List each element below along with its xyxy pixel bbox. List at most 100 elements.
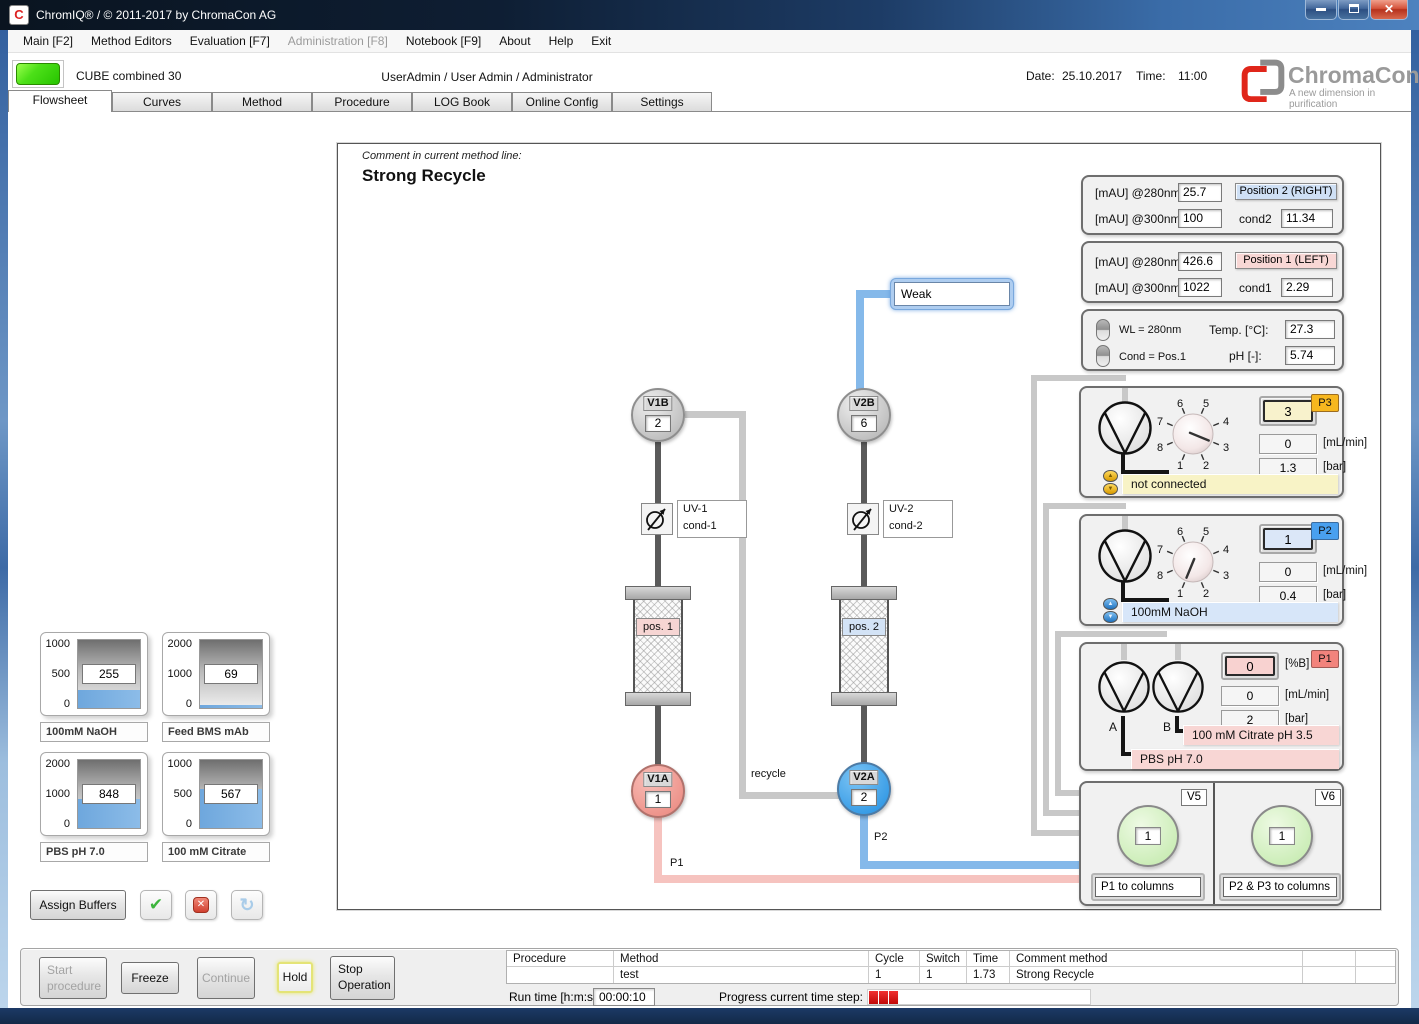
gauge-body: 567 <box>199 759 263 829</box>
method-comment: Strong Recycle <box>362 166 486 186</box>
gauge-ticks: 10005000 <box>165 758 195 830</box>
ph-label: pH [-]: <box>1229 349 1262 363</box>
stop-operation-button[interactable]: Stop Operation <box>330 956 395 1000</box>
pipe-weak-v <box>856 290 864 393</box>
refresh-button[interactable]: ↻ <box>231 890 263 920</box>
menu-notebook[interactable]: Notebook [F9] <box>397 31 490 51</box>
menu-bar: Main [F2] Method Editors Evaluation [F7]… <box>8 30 1411 53</box>
tab-settings[interactable]: Settings <box>612 92 712 112</box>
pos2-uv300-value: 100 <box>1178 209 1222 228</box>
p1-gradient-value: 0 <box>1225 656 1275 676</box>
pos2-title[interactable]: Position 2 (RIGHT) <box>1235 183 1337 200</box>
p2-buffer-spinner[interactable]: ▲ ▼ <box>1103 598 1118 624</box>
recycle-label: recycle <box>749 768 788 780</box>
menu-evaluation[interactable]: Evaluation [F7] <box>181 31 279 51</box>
p1-flow-unit: [mL/min] <box>1285 689 1329 701</box>
p1-gradient-display[interactable]: 0 <box>1221 652 1279 680</box>
gauge-value: 69 <box>204 664 258 684</box>
outlet-valves-panel: V5 1 P1 to columns V6 1 P2 & P3 to colum… <box>1079 781 1344 906</box>
menu-about[interactable]: About <box>490 31 539 51</box>
tab-method[interactable]: Method <box>212 92 312 112</box>
p2-selector-knob[interactable]: 12 34 56 78 <box>1136 516 1251 608</box>
close-button[interactable]: ✕ <box>1370 0 1408 20</box>
wl-toggle-icon[interactable] <box>1096 319 1110 341</box>
menu-exit[interactable]: Exit <box>582 31 620 51</box>
progress-segment <box>869 991 878 1004</box>
valve-v1a[interactable]: V1A 1 <box>631 764 685 818</box>
pipe-p2-trunk <box>1043 503 1049 816</box>
gauge-ticks: 10005000 <box>43 638 73 710</box>
valve-v2b[interactable]: V2B 6 <box>837 388 891 442</box>
uv2-line1: UV-2 <box>889 501 952 518</box>
svg-text:5: 5 <box>1203 398 1209 410</box>
tab-procedure[interactable]: Procedure <box>312 92 412 112</box>
menu-main[interactable]: Main [F2] <box>14 31 82 51</box>
valve-v5[interactable]: 1 <box>1117 805 1179 867</box>
gauge-body: 69 <box>199 639 263 709</box>
v5-route-field[interactable]: P1 to columns <box>1091 873 1205 901</box>
assign-buffers-button[interactable]: Assign Buffers <box>30 890 126 920</box>
svg-text:3: 3 <box>1223 442 1229 454</box>
menu-administration[interactable]: Administration [F8] <box>279 31 397 51</box>
p3-position-display[interactable]: 3 <box>1259 396 1317 426</box>
gauge-body: 848 <box>77 759 141 829</box>
start-procedure-button[interactable]: Start procedure <box>39 957 107 999</box>
valve-v1b[interactable]: V1B 2 <box>631 388 685 442</box>
pipe-p3-top <box>1031 375 1126 381</box>
p3-buffer-spinner[interactable]: ▲ ▼ <box>1103 470 1118 496</box>
user-info: UserAdmin / User Admin / Administrator <box>337 70 637 84</box>
continue-button[interactable]: Continue <box>197 957 255 999</box>
p3-selector-knob[interactable]: 12 34 56 78 <box>1136 388 1251 480</box>
uv1-line2: cond-1 <box>683 518 746 535</box>
p3-buffer-field[interactable]: not connected <box>1122 474 1338 494</box>
row-switch: 1 <box>920 967 967 983</box>
gauge-body: 255 <box>77 639 141 709</box>
v6-route-label: P2 & P3 to columns <box>1223 877 1337 897</box>
column2-cap-top <box>831 586 897 600</box>
app-icon: C <box>9 5 29 25</box>
row-extra1 <box>1303 967 1356 983</box>
p1b-inlet-pipe <box>1175 644 1181 660</box>
p2-position-display[interactable]: 1 <box>1259 524 1317 554</box>
valve-v6[interactable]: 1 <box>1251 805 1313 867</box>
menu-method-editors[interactable]: Method Editors <box>82 31 181 51</box>
gauge-pbs-label: PBS pH 7.0 <box>40 842 148 862</box>
valve-v1b-position: 2 <box>645 415 671 432</box>
outlet-weak-field[interactable]: Weak <box>890 278 1014 310</box>
pump-b-icon <box>1151 660 1205 714</box>
tab-flowsheet[interactable]: Flowsheet <box>8 90 112 112</box>
pos2-cond-label: cond2 <box>1239 212 1272 226</box>
p2-buffer-field[interactable]: 100mM NaOH <box>1122 602 1338 622</box>
close-icon: ✕ <box>1384 2 1394 16</box>
row-extra2 <box>1356 967 1395 983</box>
tab-curves[interactable]: Curves <box>112 92 212 112</box>
confirm-button[interactable]: ✔ <box>140 890 172 920</box>
p1-buffer-b-field[interactable]: 100 mM Citrate pH 3.5 <box>1183 725 1339 745</box>
col-comment: Comment method <box>1010 951 1303 967</box>
tab-online-config[interactable]: Online Config <box>512 92 612 112</box>
p1-pipe-label: P1 <box>668 857 685 869</box>
minimize-button[interactable] <box>1305 0 1337 20</box>
pos1-title[interactable]: Position 1 (LEFT) <box>1235 252 1337 269</box>
tab-log-book[interactable]: LOG Book <box>412 92 512 112</box>
cond-toggle-icon[interactable] <box>1096 345 1110 367</box>
pos1-uv300-label: [mAU] @300nm <box>1095 281 1181 295</box>
progress-label: Progress current time step: <box>691 990 863 1004</box>
freeze-button[interactable]: Freeze <box>121 962 179 994</box>
temp-value: 27.3 <box>1285 320 1335 339</box>
col-switch: Switch <box>920 951 967 967</box>
cancel-button[interactable]: ✕ <box>185 890 217 920</box>
menu-help[interactable]: Help <box>540 31 583 51</box>
gauge-citrate: 10005000 567 <box>162 752 270 836</box>
gauge-naoh: 10005000 255 <box>40 632 148 716</box>
pos2-cond-value: 11.34 <box>1281 209 1333 228</box>
spinner-down-icon: ▼ <box>1103 483 1118 495</box>
maximize-button[interactable] <box>1338 0 1369 20</box>
spinner-up-icon: ▲ <box>1103 598 1118 610</box>
hold-button[interactable]: Hold <box>277 962 313 993</box>
valve-v2a[interactable]: V2A 2 <box>837 762 891 816</box>
v6-route-field[interactable]: P2 & P3 to columns <box>1219 873 1341 901</box>
p1-buffer-a-field[interactable]: PBS pH 7.0 <box>1131 749 1339 769</box>
pipe-p2-bot <box>1043 810 1079 816</box>
chromacon-logo-icon <box>1240 58 1286 102</box>
